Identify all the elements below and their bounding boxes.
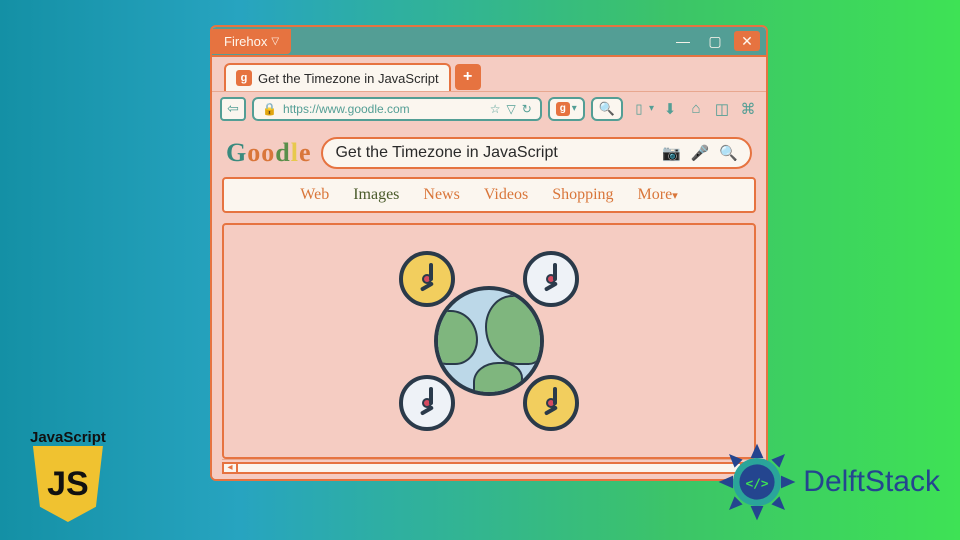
scroll-left-icon[interactable]: ◂ — [222, 462, 238, 474]
search-query-text: Get the Timezone in JavaScript — [335, 144, 651, 162]
result-type-tabs: Web Images News Videos Shopping More▾ — [222, 177, 756, 213]
timezone-globe-illustration — [379, 241, 599, 441]
minimize-button[interactable]: — — [670, 31, 696, 51]
svg-text:</>: </> — [746, 477, 769, 492]
javascript-badge: JavaScript JS — [30, 429, 106, 522]
page-content: G o o d l e Get the Timezone in JavaScri… — [212, 125, 766, 479]
tabstrip: g Get the Timezone in JavaScript + — [212, 57, 766, 91]
tab-web[interactable]: Web — [300, 186, 329, 204]
delftstack-text: DelftStack — [803, 465, 940, 499]
clock-icon — [523, 375, 579, 431]
close-button[interactable]: ✕ — [734, 31, 760, 51]
browser-tab[interactable]: g Get the Timezone in JavaScript — [224, 63, 451, 91]
find-button[interactable]: 🔍 — [591, 97, 623, 121]
horizontal-scrollbar[interactable]: ◂ ▸ — [222, 459, 756, 475]
tab-title: Get the Timezone in JavaScript — [258, 71, 439, 86]
image-result-area — [222, 223, 756, 459]
delftstack-logo: </> DelftStack — [717, 442, 940, 522]
clock-icon — [523, 251, 579, 307]
maximize-button[interactable]: ▢ — [702, 31, 728, 51]
downloads-icon[interactable]: ⬇ — [660, 99, 680, 119]
app-menu[interactable]: Firehox ▽ — [212, 29, 291, 54]
tab-shopping[interactable]: Shopping — [552, 186, 613, 204]
home-icon[interactable]: ⌂ — [686, 99, 706, 119]
globe-icon — [434, 286, 544, 396]
search-header: G o o d l e Get the Timezone in JavaScri… — [222, 133, 756, 177]
chevron-down-icon: ▽ — [271, 36, 279, 47]
url-toolbar: ⇦ 🔒 https://www.goodle.com ☆ ▽ ↻ g ▾ 🔍 ▯… — [212, 91, 766, 125]
dropdown-icon[interactable]: ▽ — [506, 102, 515, 116]
tab-more[interactable]: More▾ — [638, 186, 678, 204]
tab-favicon-icon: g — [236, 70, 252, 86]
tab-news[interactable]: News — [423, 186, 459, 204]
back-button[interactable]: ⇦ — [220, 97, 246, 121]
clock-icon — [399, 375, 455, 431]
new-tab-button[interactable]: + — [455, 64, 481, 90]
bookmark-star-icon[interactable]: ☆ — [490, 102, 501, 116]
site-logo[interactable]: G o o d l e — [226, 138, 311, 168]
sidebar-icon[interactable]: ▯ — [629, 99, 649, 119]
reader-button[interactable]: g ▾ — [548, 97, 585, 121]
gear-mandala-icon: </> — [717, 442, 797, 522]
app-name: Firehox — [224, 34, 267, 49]
lock-icon: 🔒 — [262, 102, 277, 116]
titlebar: Firehox ▽ — ▢ ✕ — [212, 27, 766, 57]
camera-icon[interactable]: 📷 — [662, 144, 681, 162]
scrollbar-track[interactable] — [238, 462, 740, 474]
tab-videos[interactable]: Videos — [484, 186, 528, 204]
tab-images[interactable]: Images — [353, 186, 399, 204]
extensions-icon[interactable]: ◫ — [712, 99, 732, 119]
browser-window: Firehox ▽ — ▢ ✕ g Get the Timezone in Ja… — [210, 25, 768, 481]
js-shield-icon: JS — [33, 446, 103, 522]
js-label: JavaScript — [30, 429, 106, 446]
search-icon[interactable]: 🔍 — [719, 144, 738, 162]
mic-icon[interactable]: 🎤 — [691, 144, 710, 162]
refresh-icon[interactable]: ↻ — [522, 102, 532, 116]
window-controls: — ▢ ✕ — [670, 31, 766, 51]
search-input[interactable]: Get the Timezone in JavaScript 📷 🎤 🔍 — [321, 137, 752, 169]
site-favicon-icon: g — [556, 102, 570, 116]
url-field[interactable]: 🔒 https://www.goodle.com ☆ ▽ ↻ — [252, 97, 542, 121]
menu-icon[interactable]: ⌘ — [738, 99, 758, 119]
clock-icon — [399, 251, 455, 307]
url-text: https://www.goodle.com — [283, 102, 484, 116]
